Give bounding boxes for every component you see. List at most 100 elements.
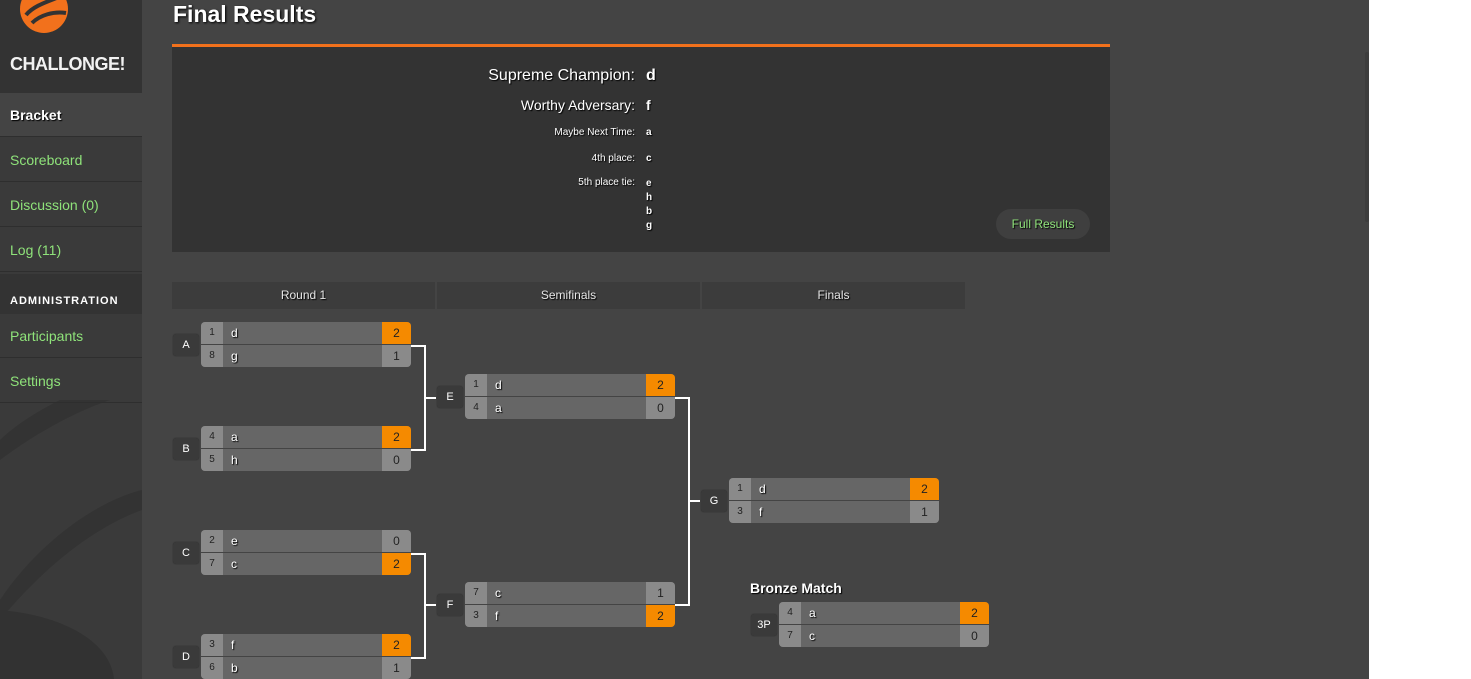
player-seed: 3 [201, 634, 223, 656]
match-g[interactable]: 1d23f1 [729, 478, 939, 524]
result-value: b [646, 206, 653, 217]
page-title: Final Results [173, 1, 317, 27]
result-label: 4th place: [591, 153, 635, 164]
player-score: 2 [646, 374, 675, 396]
sidebar-item-settings[interactable]: Settings [0, 359, 142, 403]
player-seed: 7 [779, 625, 801, 647]
sidebar-item-discussion[interactable]: Discussion (0) [0, 183, 142, 227]
sidebar-section-administration: ADMINISTRATION [0, 274, 142, 314]
player-score: 2 [646, 605, 675, 627]
player-name: f [759, 505, 763, 519]
match-c[interactable]: 2e 07c2 [201, 530, 411, 576]
logo-wordmark: CHALLONGE! [10, 54, 126, 74]
player-seed: 7 [201, 553, 223, 575]
match-identifier[interactable]: D [173, 646, 199, 668]
player-name: h [231, 453, 238, 467]
match-b[interactable]: 4a 2 5h 0 [201, 426, 411, 472]
player-score: 0 [382, 530, 411, 552]
match-player-row[interactable]: 4a 0 [465, 397, 675, 419]
match-identifier[interactable]: A [173, 334, 199, 356]
match-player-row[interactable]: 7c 2 [201, 553, 411, 575]
final-results-panel: Supreme Champion: d Worthy Adversary: f … [172, 44, 1110, 252]
match-identifier[interactable]: E [437, 386, 463, 408]
player-score: 2 [960, 602, 989, 624]
match-f[interactable]: 7c 1 3f 2 [465, 582, 675, 628]
player-name: d [759, 482, 766, 496]
match-player-row[interactable]: 6b 1 [201, 657, 411, 679]
sidebar-item-bracket[interactable]: Bracket [0, 93, 142, 137]
match-player-row[interactable]: 1d 2 [729, 478, 939, 501]
sidebar-item-label: Discussion (0) [10, 197, 99, 213]
player-score: 1 [382, 657, 411, 679]
sidebar-item-scoreboard[interactable]: Scoreboard [0, 138, 142, 182]
match-player-row[interactable]: 3f 1 [729, 501, 939, 523]
match-player-row[interactable]: 7c 0 [779, 625, 989, 647]
bracket-connector [424, 397, 436, 399]
player-name: c [809, 629, 815, 643]
result-value: c [646, 153, 652, 164]
player-seed: 1 [465, 374, 487, 396]
match-identifier[interactable]: F [437, 594, 463, 616]
sidebar-item-label: Scoreboard [10, 152, 83, 168]
challonge-ball-icon [20, 0, 68, 33]
match-e[interactable]: 1d 2 4a 0 [465, 374, 675, 420]
player-seed: 2 [201, 530, 223, 552]
section-header: ADMINISTRATION [10, 295, 119, 307]
round-header-finals: Finals [702, 282, 965, 309]
match-player-row[interactable]: 3f 2 [201, 634, 411, 657]
result-value: h [646, 192, 653, 203]
player-seed: 5 [201, 449, 223, 471]
round-header-round-1: Round 1 [172, 282, 435, 309]
full-results-button[interactable]: Full Results [996, 209, 1090, 239]
player-name: b [231, 661, 238, 675]
match-d[interactable]: 3f 2 6b 1 [201, 634, 411, 679]
match-player-row[interactable]: 5h 0 [201, 449, 411, 471]
match-3p[interactable]: 4a 2 7c 0 [779, 602, 989, 648]
player-seed: 4 [465, 397, 487, 419]
match-player-row[interactable]: 2e 0 [201, 530, 411, 553]
player-name: g [231, 349, 238, 363]
player-name: c [495, 586, 501, 600]
sidebar-item-log[interactable]: Log (11) [0, 228, 142, 272]
result-value: d [646, 67, 656, 84]
player-score: 1 [382, 345, 411, 367]
result-label: Supreme Champion: [488, 67, 635, 84]
result-value: g [646, 220, 653, 231]
sidebar-item-label: Bracket [10, 107, 62, 123]
sidebar-item-label: Log (11) [10, 242, 62, 258]
player-name: e [231, 534, 238, 548]
match-player-row[interactable]: 4a 2 [201, 426, 411, 449]
player-seed: 4 [201, 426, 223, 448]
player-seed: 3 [729, 501, 751, 523]
sidebar: CHALLONGE! Bracket Scoreboard Discussion… [0, 0, 142, 679]
player-name: a [231, 430, 238, 444]
round-header-semifinals: Semifinals [437, 282, 700, 309]
match-player-row[interactable]: 1d 2 [465, 374, 675, 397]
scrollbar[interactable] [1365, 52, 1369, 222]
player-name: f [495, 609, 499, 623]
player-seed: 4 [779, 602, 801, 624]
match-player-row[interactable]: 4a 2 [779, 602, 989, 625]
logo[interactable]: CHALLONGE! [0, 0, 142, 93]
sidebar-item-participants[interactable]: Participants [0, 314, 142, 358]
sidebar-item-label: Settings [10, 373, 61, 389]
player-score: 0 [382, 449, 411, 471]
match-identifier[interactable]: 3P [751, 614, 777, 636]
result-label: Worthy Adversary: [520, 97, 635, 113]
result-value: f [646, 97, 651, 113]
player-score: 0 [646, 397, 675, 419]
match-player-row[interactable]: 7c 1 [465, 582, 675, 605]
match-player-row[interactable]: 8g 1 [201, 345, 411, 367]
player-score: 2 [910, 478, 939, 500]
match-identifier[interactable]: B [173, 438, 199, 460]
player-name: a [809, 606, 816, 620]
player-seed: 6 [201, 657, 223, 679]
result-label: Maybe Next Time: [554, 127, 635, 138]
player-name: c [231, 557, 237, 571]
match-player-row[interactable]: 3f 2 [465, 605, 675, 627]
match-player-row[interactable]: 1d 2 [201, 322, 411, 345]
player-seed: 1 [201, 322, 223, 344]
match-identifier[interactable]: C [173, 542, 199, 564]
match-identifier[interactable]: G [701, 490, 727, 512]
match-a[interactable]: 1d28g1 [201, 322, 411, 368]
